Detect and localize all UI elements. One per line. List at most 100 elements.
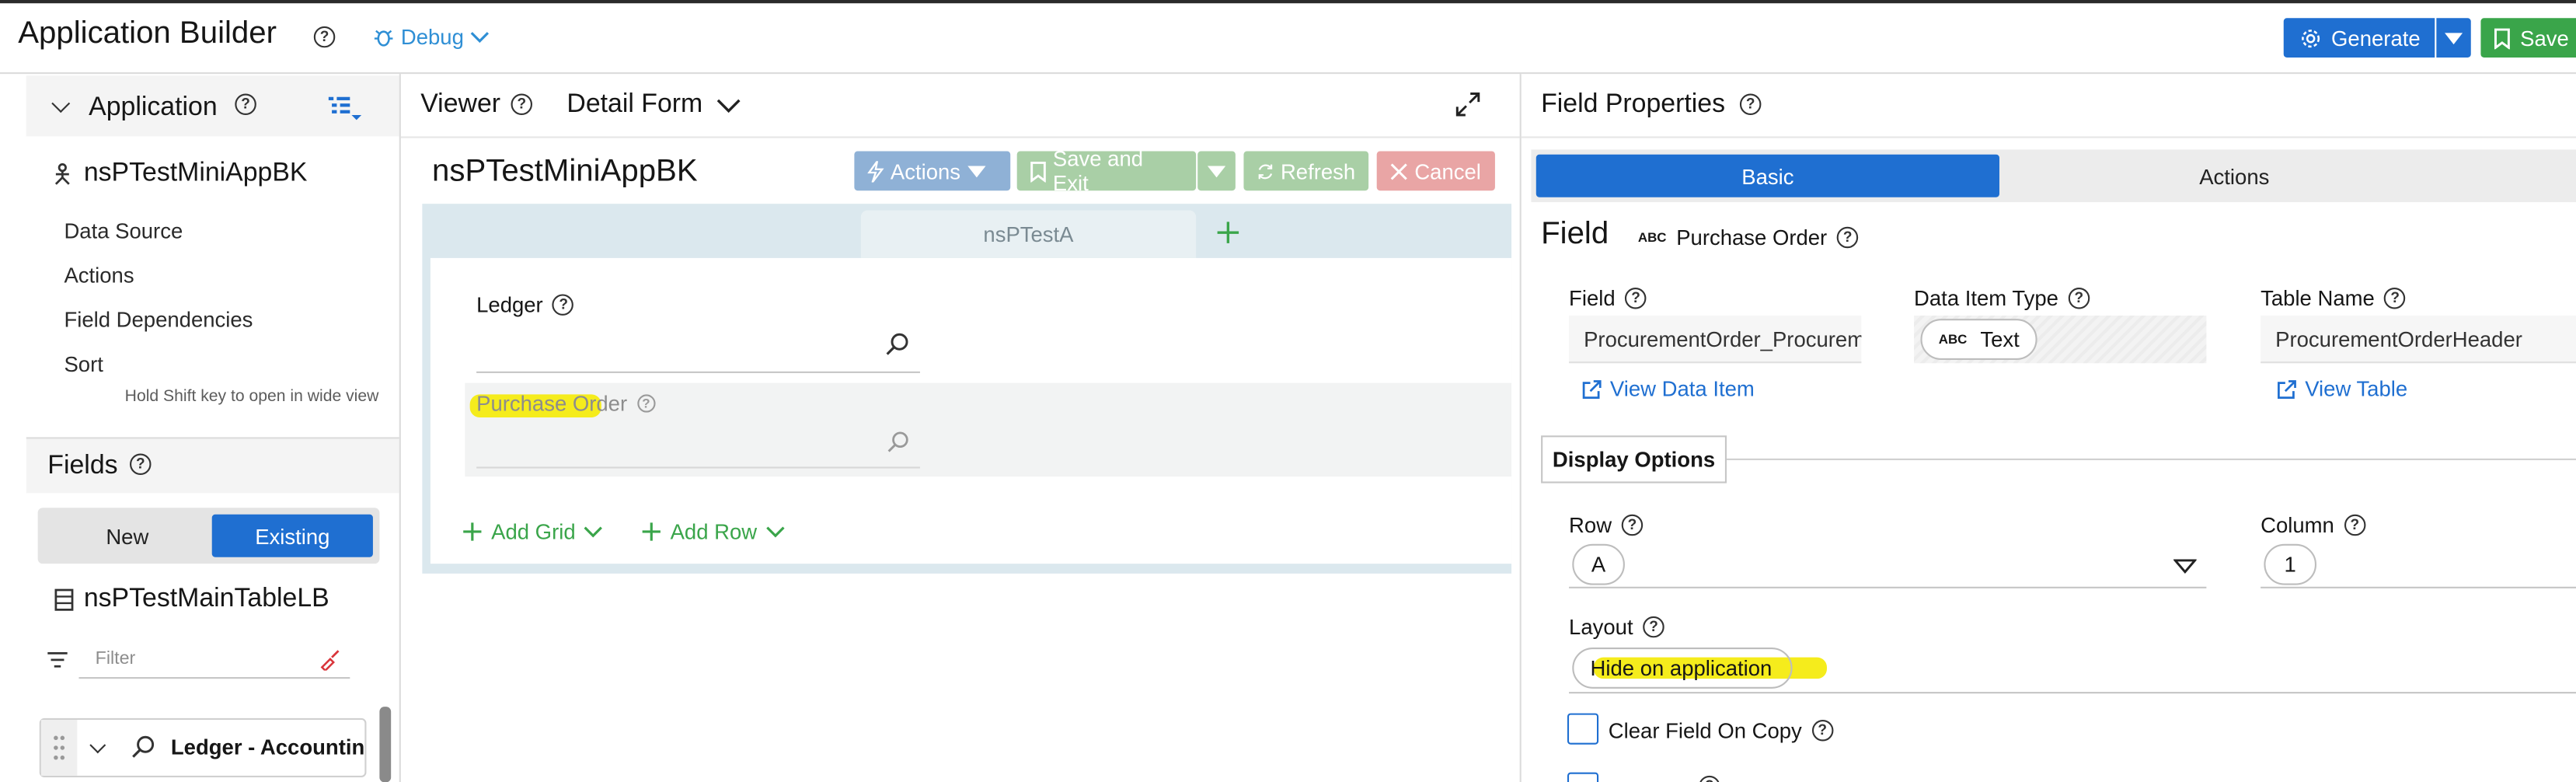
display-options-section[interactable]: Display Options	[1541, 435, 1727, 484]
divider	[400, 136, 1520, 138]
caret-down-icon	[2444, 32, 2463, 44]
view-table-link[interactable]: View Table	[2277, 376, 2407, 401]
divider	[26, 437, 399, 439]
gear-icon	[2302, 29, 2320, 47]
table-name-value: ProcurementOrderHeader	[2261, 315, 2576, 364]
chevron-down-icon	[584, 525, 603, 537]
chevron-down-icon	[471, 31, 490, 43]
save-button[interactable]: Save	[2480, 18, 2576, 58]
next-checkbox[interactable]	[1567, 772, 1599, 782]
field-name-value: ProcurementOrder_Procurem	[1569, 315, 1862, 364]
layout-value-pill: Hide on application	[1572, 647, 1793, 689]
clear-on-copy-checkbox[interactable]	[1567, 713, 1599, 745]
expand-icon[interactable]	[1455, 92, 1480, 117]
help-icon[interactable]: ?	[2344, 514, 2366, 536]
filter-input[interactable]: Filter	[78, 643, 350, 679]
help-icon[interactable]: ?	[313, 26, 336, 48]
actions-button[interactable]: Actions	[854, 151, 1011, 191]
clear-on-copy-text: Clear Field On Copy	[1608, 717, 1802, 743]
help-icon[interactable]: ?	[130, 453, 152, 476]
help-icon[interactable]: ?	[1739, 93, 1762, 115]
row-select[interactable]	[1569, 543, 2207, 588]
purchase-order-input[interactable]	[476, 428, 920, 469]
search-icon[interactable]	[886, 332, 911, 357]
add-row-button[interactable]: Add Row	[641, 519, 786, 544]
add-tab-icon[interactable]	[1216, 220, 1241, 245]
data-item-type-label-text: Data Item Type	[1914, 285, 2058, 311]
divider	[1521, 136, 2576, 138]
generate-label: Generate	[2331, 25, 2421, 51]
nav-item-actions[interactable]: Actions	[64, 263, 134, 288]
nav-item-field-dependencies[interactable]: Field Dependencies	[64, 307, 253, 332]
ledger-label-text: Ledger	[476, 292, 543, 318]
segment-new[interactable]: New	[49, 515, 205, 557]
help-icon[interactable]: ?	[511, 93, 533, 115]
actions-label: Actions	[890, 159, 961, 183]
external-link-icon	[1582, 379, 1602, 398]
table-icon	[54, 588, 74, 611]
refresh-label: Refresh	[1280, 159, 1356, 183]
form-selector[interactable]: Detail Form	[566, 90, 740, 120]
bug-icon	[374, 30, 393, 47]
caret-down-icon	[967, 165, 985, 177]
save-and-exit-label: Save and Exit	[1052, 146, 1144, 196]
divider	[1519, 74, 1522, 782]
fields-section-title: Fields	[47, 452, 118, 480]
field-type-summary: ABC Purchase Order ?	[1638, 225, 1859, 250]
tab-basic[interactable]: Basic	[1535, 154, 1999, 197]
tab-actions[interactable]: Actions	[2004, 155, 2464, 197]
help-icon[interactable]: ?	[636, 394, 656, 413]
generate-dropdown-button[interactable]	[2436, 18, 2471, 58]
filter-list-icon[interactable]	[46, 651, 69, 669]
caret-down-icon	[1207, 165, 1226, 177]
help-icon[interactable]: ?	[1811, 720, 1833, 742]
app-name[interactable]: nsPTestMiniAppBK	[84, 159, 308, 189]
nav-item-sort[interactable]: Sort	[64, 351, 103, 376]
wide-view-hint: Hold Shift key to open in wide view	[124, 387, 379, 407]
data-item-type-pill: ABC Text	[1920, 319, 2038, 361]
save-and-exit-button[interactable]: Save and Exit	[1016, 146, 1197, 196]
field-name-label: Field ?	[1569, 286, 1647, 311]
add-row-label: Add Row	[670, 519, 758, 544]
help-icon[interactable]: ?	[1836, 226, 1859, 249]
page-title-text: Application Builder	[18, 16, 277, 51]
clear-filter-icon[interactable]	[319, 649, 340, 671]
scrollbar[interactable]	[379, 707, 392, 782]
help-icon[interactable]: ?	[1699, 775, 1720, 782]
page-title: Application Builder	[18, 16, 277, 53]
segment-existing[interactable]: Existing	[211, 514, 373, 557]
ledger-input[interactable]	[476, 329, 920, 373]
help-icon[interactable]: ?	[552, 294, 574, 316]
tab-label: nsPTestA	[983, 222, 1074, 247]
add-grid-label: Add Grid	[491, 519, 576, 544]
help-icon[interactable]: ?	[235, 93, 256, 115]
save-and-exit-dropdown[interactable]	[1197, 151, 1236, 191]
debug-dropdown[interactable]: Debug	[373, 25, 490, 49]
add-grid-button[interactable]: Add Grid	[462, 519, 603, 544]
row-value-pill: A	[1572, 543, 1625, 585]
bookmark-icon	[2494, 27, 2510, 49]
search-icon	[132, 735, 155, 758]
application-section-title: Application	[89, 94, 218, 124]
column-value-pill: 1	[2264, 543, 2317, 585]
help-icon[interactable]: ?	[2384, 287, 2406, 309]
hierarchy-view-icon[interactable]	[326, 94, 365, 124]
nav-item-data-source[interactable]: Data Source	[64, 218, 183, 243]
tab-nsptesta[interactable]: nsPTestA	[860, 210, 1197, 258]
lightning-icon	[867, 160, 884, 182]
search-icon[interactable]	[887, 431, 911, 454]
close-icon	[1390, 162, 1407, 180]
help-icon[interactable]: ?	[1643, 616, 1664, 638]
field-properties-title: Field Properties	[1541, 90, 1726, 119]
help-icon[interactable]: ?	[1625, 287, 1647, 309]
refresh-button[interactable]: Refresh	[1243, 151, 1369, 191]
help-icon[interactable]: ?	[2068, 287, 2090, 309]
data-item-type-value: Text	[1980, 326, 2020, 352]
generate-button[interactable]: Generate	[2283, 18, 2435, 58]
view-data-item-link[interactable]: View Data Item	[1582, 376, 1755, 401]
row-label-text: Row	[1569, 512, 1612, 538]
row-label: Row ?	[1569, 512, 1644, 538]
cancel-button[interactable]: Cancel	[1376, 151, 1495, 191]
application-label: Application	[89, 93, 218, 122]
help-icon[interactable]: ?	[1621, 514, 1644, 536]
